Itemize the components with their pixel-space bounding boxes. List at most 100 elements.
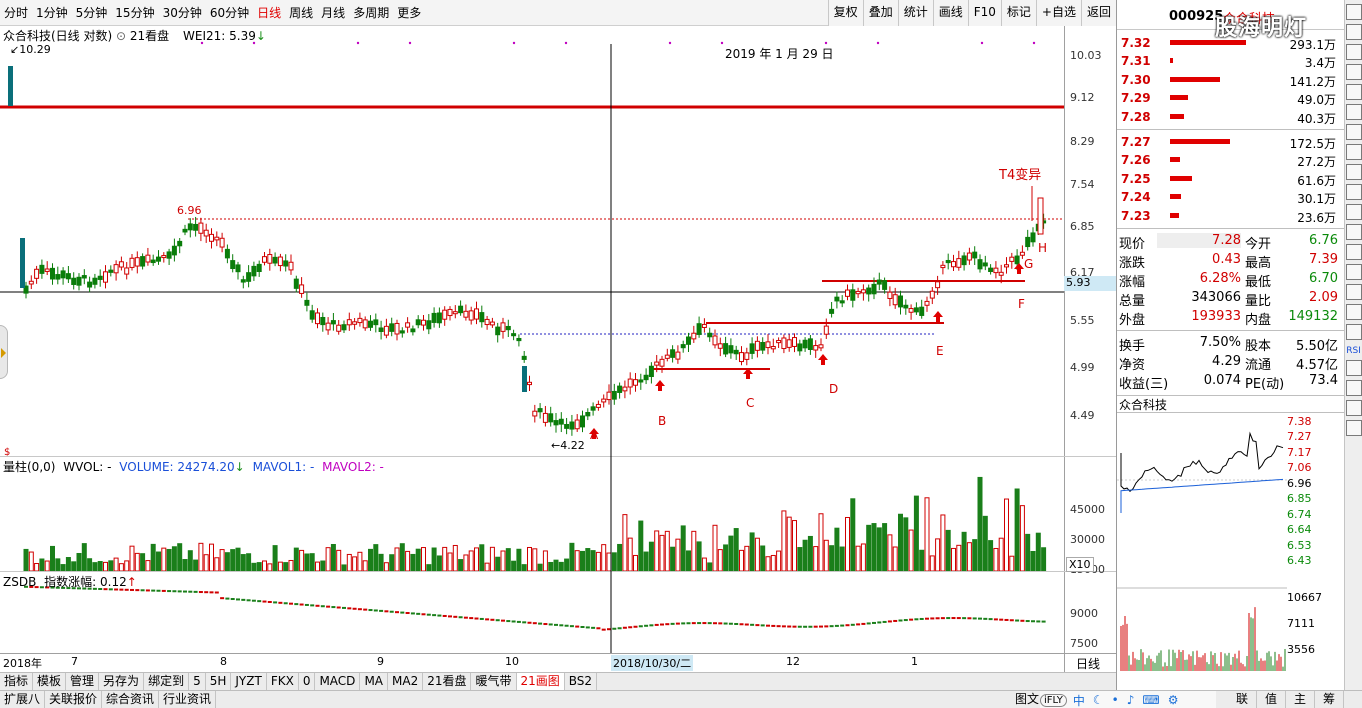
indicator-tab[interactable]: 绑定到 xyxy=(144,672,190,691)
f14-icon[interactable] xyxy=(1346,264,1362,280)
move-icon[interactable] xyxy=(1346,360,1362,376)
toolbar-button[interactable]: +自选 xyxy=(1035,0,1081,26)
indicator-tab[interactable]: 模板 xyxy=(33,672,67,691)
toolbar-button[interactable]: 统计 xyxy=(897,0,933,26)
toolbar-button[interactable]: 复权 xyxy=(827,0,863,26)
f5-icon[interactable] xyxy=(1346,84,1362,100)
period-tab[interactable]: 60分钟 xyxy=(206,0,253,26)
zsdb-bar xyxy=(925,617,929,620)
toolbar-button[interactable]: 叠加 xyxy=(862,0,898,26)
zsdb-bar xyxy=(983,617,988,620)
indicator-tab[interactable]: MA2 xyxy=(388,672,424,691)
zsdb-bar xyxy=(225,597,230,600)
f12-icon[interactable] xyxy=(1346,224,1362,240)
toolbar-button[interactable]: F10 xyxy=(967,0,1001,26)
zsdb-bar xyxy=(999,618,1004,621)
volume-bar xyxy=(558,561,564,571)
f8-icon[interactable] xyxy=(1346,144,1362,160)
f9-icon[interactable] xyxy=(1346,164,1362,180)
period-tab[interactable]: 分时 xyxy=(0,0,32,26)
period-tab[interactable]: 日线 xyxy=(253,0,285,26)
info-tab[interactable]: 行业资讯 xyxy=(159,690,217,708)
f16-icon[interactable] xyxy=(1346,304,1362,320)
period-tab[interactable]: 1分钟 xyxy=(32,0,72,26)
candle-body xyxy=(193,223,199,231)
buy-arrow-icon xyxy=(933,311,943,322)
info-tab[interactable]: 综合资讯 xyxy=(102,690,160,708)
f11-icon[interactable] xyxy=(1346,204,1362,220)
f5-icon[interactable] xyxy=(1346,400,1362,416)
indicator-tab[interactable]: 另存为 xyxy=(99,672,145,691)
f17-icon[interactable] xyxy=(1346,324,1362,340)
zsdb-indicator-name[interactable]: ZSDB xyxy=(3,575,36,589)
indicator-tab[interactable]: FKX xyxy=(267,672,299,691)
candle-body xyxy=(792,337,797,347)
candle-body xyxy=(913,307,919,313)
mic-icon[interactable]: ♪ xyxy=(1127,693,1135,707)
pen-icon[interactable] xyxy=(1346,380,1362,396)
moon-icon[interactable]: ☾ xyxy=(1093,693,1104,707)
toolbar-button[interactable]: 返回 xyxy=(1080,0,1116,26)
zsdb-bar xyxy=(395,611,399,614)
menu-icon[interactable] xyxy=(1346,420,1362,436)
indicator-tab[interactable]: 21看盘 xyxy=(423,672,472,691)
keyboard-icon[interactable]: ⌨ xyxy=(1142,693,1159,707)
side-tab[interactable]: 筹 xyxy=(1315,691,1344,708)
f15-icon[interactable] xyxy=(1346,284,1362,300)
toolbar-button[interactable]: 标记 xyxy=(1000,0,1036,26)
rsi-label[interactable]: RSI xyxy=(1345,346,1362,356)
side-tab[interactable]: 主 xyxy=(1286,691,1315,708)
candle-body xyxy=(892,294,898,306)
kline-icon[interactable] xyxy=(1346,4,1362,20)
candle-icon[interactable] xyxy=(1346,64,1362,80)
period-tab[interactable]: 多周期 xyxy=(349,0,393,26)
side-tab[interactable]: 值 xyxy=(1257,691,1286,708)
f6-icon[interactable] xyxy=(1346,104,1362,120)
period-tab[interactable]: 月线 xyxy=(317,0,349,26)
indicator-tab[interactable]: 暖气带 xyxy=(471,672,517,691)
candle-body xyxy=(1030,232,1036,243)
quote-value: 6.76 xyxy=(1309,232,1338,248)
period-tab[interactable]: 30分钟 xyxy=(159,0,206,26)
volume-bar xyxy=(723,544,729,571)
f13-icon[interactable] xyxy=(1346,244,1362,260)
candle-body xyxy=(320,316,326,326)
indicator-tab[interactable]: 5 xyxy=(189,672,206,691)
indicator-tab[interactable]: JYZT xyxy=(231,672,267,691)
indicator-tab[interactable]: 5H xyxy=(206,672,232,691)
info-tab[interactable]: 关联报价 xyxy=(45,690,103,708)
period-tab[interactable]: 更多 xyxy=(393,0,425,26)
period-tab[interactable]: 5分钟 xyxy=(72,0,112,26)
collapse-left-handle[interactable] xyxy=(0,325,8,379)
indicator-tab[interactable]: BS2 xyxy=(565,672,598,691)
bar-icon[interactable] xyxy=(1346,44,1362,60)
gear-icon[interactable]: ⚙ xyxy=(1168,693,1179,707)
kline-chart-area[interactable]: 众合科技(日线 对数) ⊙ 21看盘 WEI21: 5.39↓ $ 10.03 9… xyxy=(0,26,1116,672)
indicator-tab[interactable]: 0 xyxy=(299,672,316,691)
chinese-input-icon[interactable]: 中 xyxy=(1073,692,1085,708)
indicator-tab[interactable]: 管理 xyxy=(66,672,100,691)
zsdb-bar xyxy=(448,615,452,618)
volume-indicator-name[interactable]: 量柱(0,0) xyxy=(3,460,55,474)
info-tab[interactable]: 扩展八 xyxy=(0,690,46,708)
zsdb-bar xyxy=(453,615,458,618)
candle-body xyxy=(887,291,893,299)
side-tab[interactable]: 联 xyxy=(1228,691,1257,708)
volume-bar xyxy=(452,544,458,571)
f7-icon[interactable] xyxy=(1346,124,1362,140)
mini-intraday-chart[interactable]: 7.38 7.27 7.17 7.06 6.96 6.85 6.74 6.64 6.53 6.43… xyxy=(1117,413,1344,671)
dot-icon[interactable]: • xyxy=(1112,693,1119,707)
tab-tuwen[interactable]: 图文 xyxy=(1015,691,1039,708)
zsdb-bar xyxy=(167,590,172,593)
indicator-tab[interactable]: 21画图 xyxy=(516,672,565,691)
toolbar-button[interactable]: 画线 xyxy=(932,0,968,26)
period-tab[interactable]: 15分钟 xyxy=(111,0,158,26)
period-tab[interactable]: 周线 xyxy=(285,0,317,26)
indicator-tab[interactable]: MA xyxy=(360,672,388,691)
indicator-tab[interactable]: MACD xyxy=(315,672,361,691)
minute-icon[interactable] xyxy=(1346,24,1362,40)
indicator-tab[interactable]: 指标 xyxy=(0,672,34,691)
ifly-logo[interactable]: iFLY xyxy=(1040,693,1067,707)
f10-icon[interactable] xyxy=(1346,184,1362,200)
candle-body xyxy=(442,309,448,320)
